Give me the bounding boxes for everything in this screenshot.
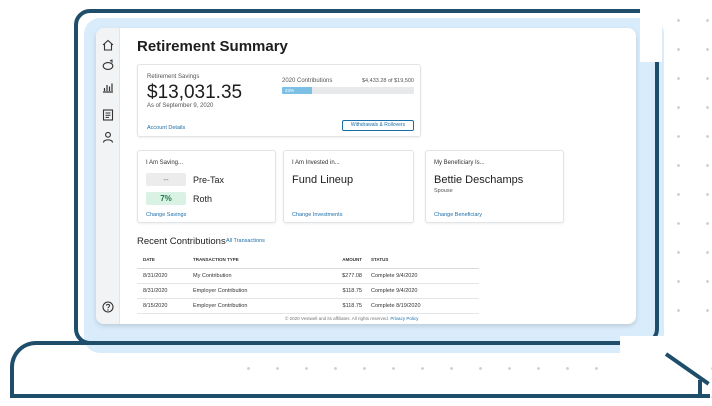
sidebar — [96, 28, 120, 324]
footer-copyright: © 2020 Vestwell and its affiliates. All … — [285, 316, 390, 321]
row-date: 8/31/2020 — [137, 268, 193, 284]
beneficiary-card: My Beneficiary Is... Bettie Deschamps Sp… — [425, 150, 564, 223]
column-header-status: STATUS — [371, 252, 479, 269]
contributions-progress-fill: 23% — [282, 87, 313, 94]
withdrawals-rollovers-button[interactable]: Withdrawals & Rollovers — [342, 120, 414, 131]
app-window: Retirement Summary Retirement Savings $1… — [96, 28, 636, 324]
laptop-base-line — [10, 394, 710, 398]
beneficiary-name: Bettie Deschamps — [434, 174, 524, 186]
contributions-value: $4,433.28 of $19,500 — [362, 78, 414, 84]
laptop-side-tick — [74, 290, 78, 302]
row-date: 8/15/2020 — [137, 298, 193, 314]
contributions-progress-bar: 23% — [282, 87, 414, 94]
saving-card: I Am Saving... -- Pre-Tax 7% Roth Change… — [137, 150, 276, 223]
change-beneficiary-link[interactable]: Change Beneficiary — [434, 212, 482, 218]
page-title: Retirement Summary — [137, 38, 288, 55]
change-investments-link[interactable]: Change Investments — [292, 212, 342, 218]
piggy-bank-icon[interactable] — [101, 58, 115, 72]
laptop-lid-gap — [640, 0, 662, 62]
contributions-label: 2020 Contributions — [282, 78, 333, 84]
help-icon[interactable] — [101, 300, 115, 314]
bar-chart-icon[interactable] — [101, 80, 115, 94]
row-status: Complete 9/4/2020 — [371, 283, 479, 299]
table-row: 8/31/2020 My Contribution $277.08 Comple… — [137, 268, 479, 284]
roth-label: Roth — [193, 193, 213, 204]
row-type: Employer Contribution — [193, 283, 317, 299]
privacy-policy-link[interactable]: Privacy Policy — [390, 316, 418, 321]
row-type: My Contribution — [193, 268, 317, 284]
table-row: 8/31/2020 Employer Contribution $118.75 … — [137, 283, 479, 299]
column-header-date: DATE — [137, 252, 193, 269]
home-icon[interactable] — [101, 38, 115, 52]
transactions-table: DATE TRANSACTION TYPE AMOUNT STATUS 8/31… — [137, 252, 479, 314]
change-savings-link[interactable]: Change Savings — [146, 212, 186, 218]
invested-card-title: I Am Invested in... — [292, 160, 340, 166]
saving-card-title: I Am Saving... — [146, 160, 184, 166]
table-header-row: DATE TRANSACTION TYPE AMOUNT STATUS — [137, 252, 479, 269]
savings-as-of: As of September 9, 2020 — [147, 103, 214, 109]
document-icon[interactable] — [101, 108, 115, 122]
roth-row: 7% Roth — [146, 192, 212, 205]
column-header-amount: AMOUNT — [317, 252, 371, 269]
table-row: 8/15/2020 Employer Contribution $118.75 … — [137, 298, 479, 314]
invested-card: I Am Invested in... Fund Lineup Change I… — [283, 150, 414, 223]
row-status: Complete 8/19/2020 — [371, 298, 479, 314]
beneficiary-relation: Spouse — [434, 188, 453, 194]
all-transactions-link[interactable]: All Transactions — [226, 238, 265, 244]
pretax-row: -- Pre-Tax — [146, 173, 224, 186]
fund-lineup: Fund Lineup — [292, 174, 354, 186]
savings-summary-card: Retirement Savings $13,031.35 As of Sept… — [137, 64, 421, 137]
row-amount: $277.08 — [317, 268, 371, 284]
laptop-base — [10, 341, 702, 395]
row-status: Complete 9/4/2020 — [371, 268, 479, 284]
row-amount: $118.75 — [317, 298, 371, 314]
user-icon[interactable] — [101, 130, 115, 144]
beneficiary-card-title: My Beneficiary Is... — [434, 160, 485, 166]
dot-pattern-right — [660, 0, 712, 340]
footer: © 2020 Vestwell and its affiliates. All … — [285, 316, 418, 321]
pretax-label: Pre-Tax — [193, 174, 225, 185]
account-details-link[interactable]: Account Details — [147, 125, 185, 131]
row-date: 8/31/2020 — [137, 283, 193, 299]
main-content: Retirement Summary Retirement Savings $1… — [120, 28, 636, 324]
column-header-type: TRANSACTION TYPE — [193, 252, 317, 269]
row-amount: $118.75 — [317, 283, 371, 299]
recent-contributions-title: Recent Contributions — [137, 236, 226, 247]
savings-label: Retirement Savings — [147, 74, 200, 80]
savings-amount: $13,031.35 — [147, 82, 243, 103]
pretax-percent: -- — [146, 173, 186, 186]
roth-percent: 7% — [146, 192, 186, 205]
row-type: Employer Contribution — [193, 298, 317, 314]
